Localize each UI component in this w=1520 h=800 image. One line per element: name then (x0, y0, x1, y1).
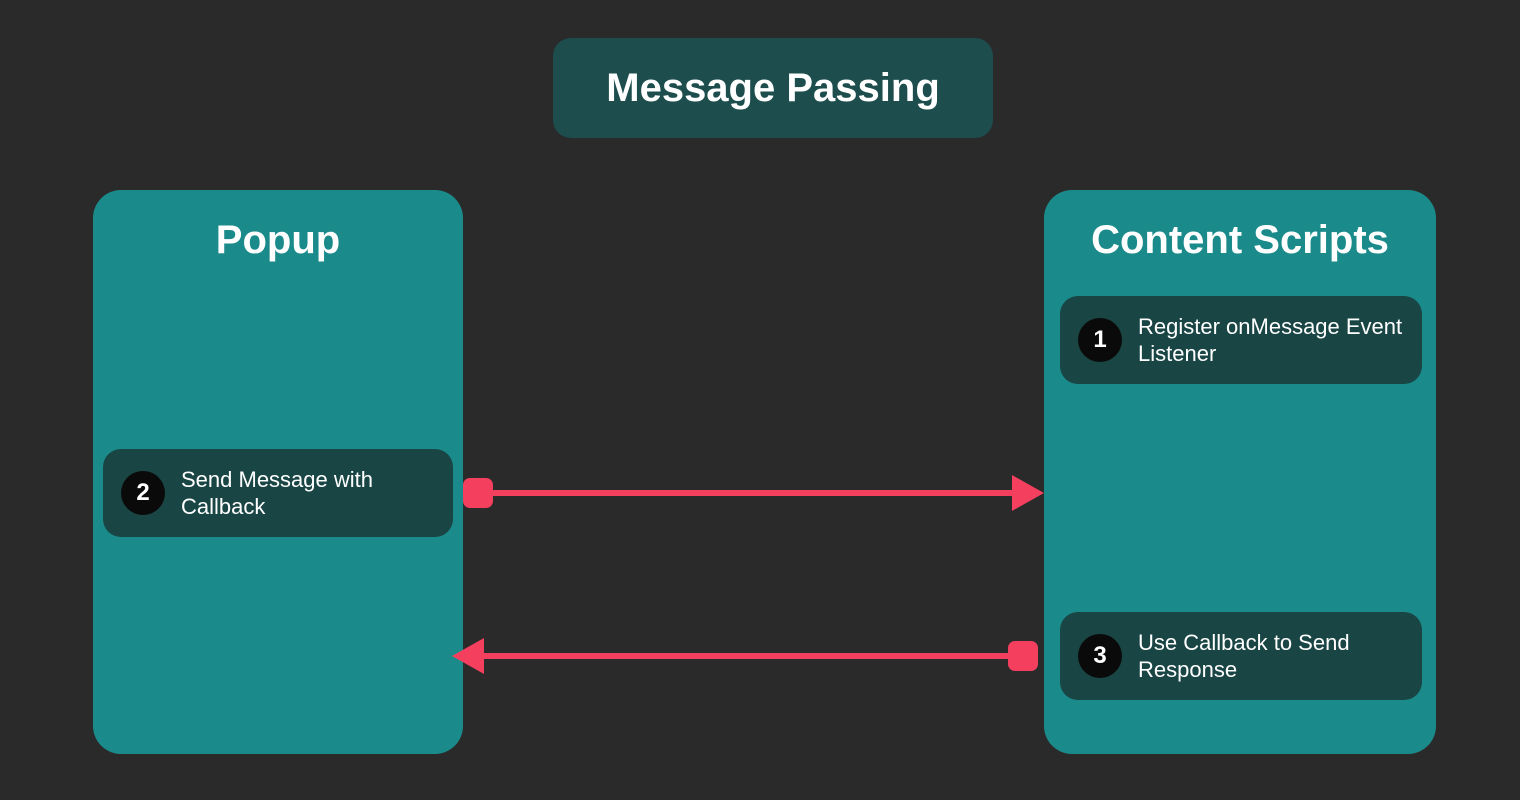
step-label: Send Message with Callback (181, 466, 435, 521)
step-register-listener: 1 Register onMessage Event Listener (1060, 296, 1422, 384)
step-number-badge: 1 (1078, 318, 1122, 362)
arrowhead-left-icon (452, 638, 484, 674)
step-label: Use Callback to Send Response (1138, 629, 1404, 684)
step-number-badge: 3 (1078, 634, 1122, 678)
arrow-send-message (478, 490, 1014, 496)
arrowhead-right-icon (1012, 475, 1044, 511)
step-send-response: 3 Use Callback to Send Response (1060, 612, 1422, 700)
popup-panel-title: Popup (117, 218, 439, 263)
arrow-send-response (482, 653, 1018, 659)
diagram-title-box: Message Passing (553, 38, 993, 138)
step-number-badge: 2 (121, 471, 165, 515)
step-send-message: 2 Send Message with Callback (103, 449, 453, 537)
diagram-title: Message Passing (606, 66, 940, 111)
step-label: Register onMessage Event Listener (1138, 313, 1404, 368)
diagram-canvas: Message Passing Popup Content Scripts 2 … (0, 0, 1520, 800)
content-scripts-panel-title: Content Scripts (1068, 218, 1412, 263)
